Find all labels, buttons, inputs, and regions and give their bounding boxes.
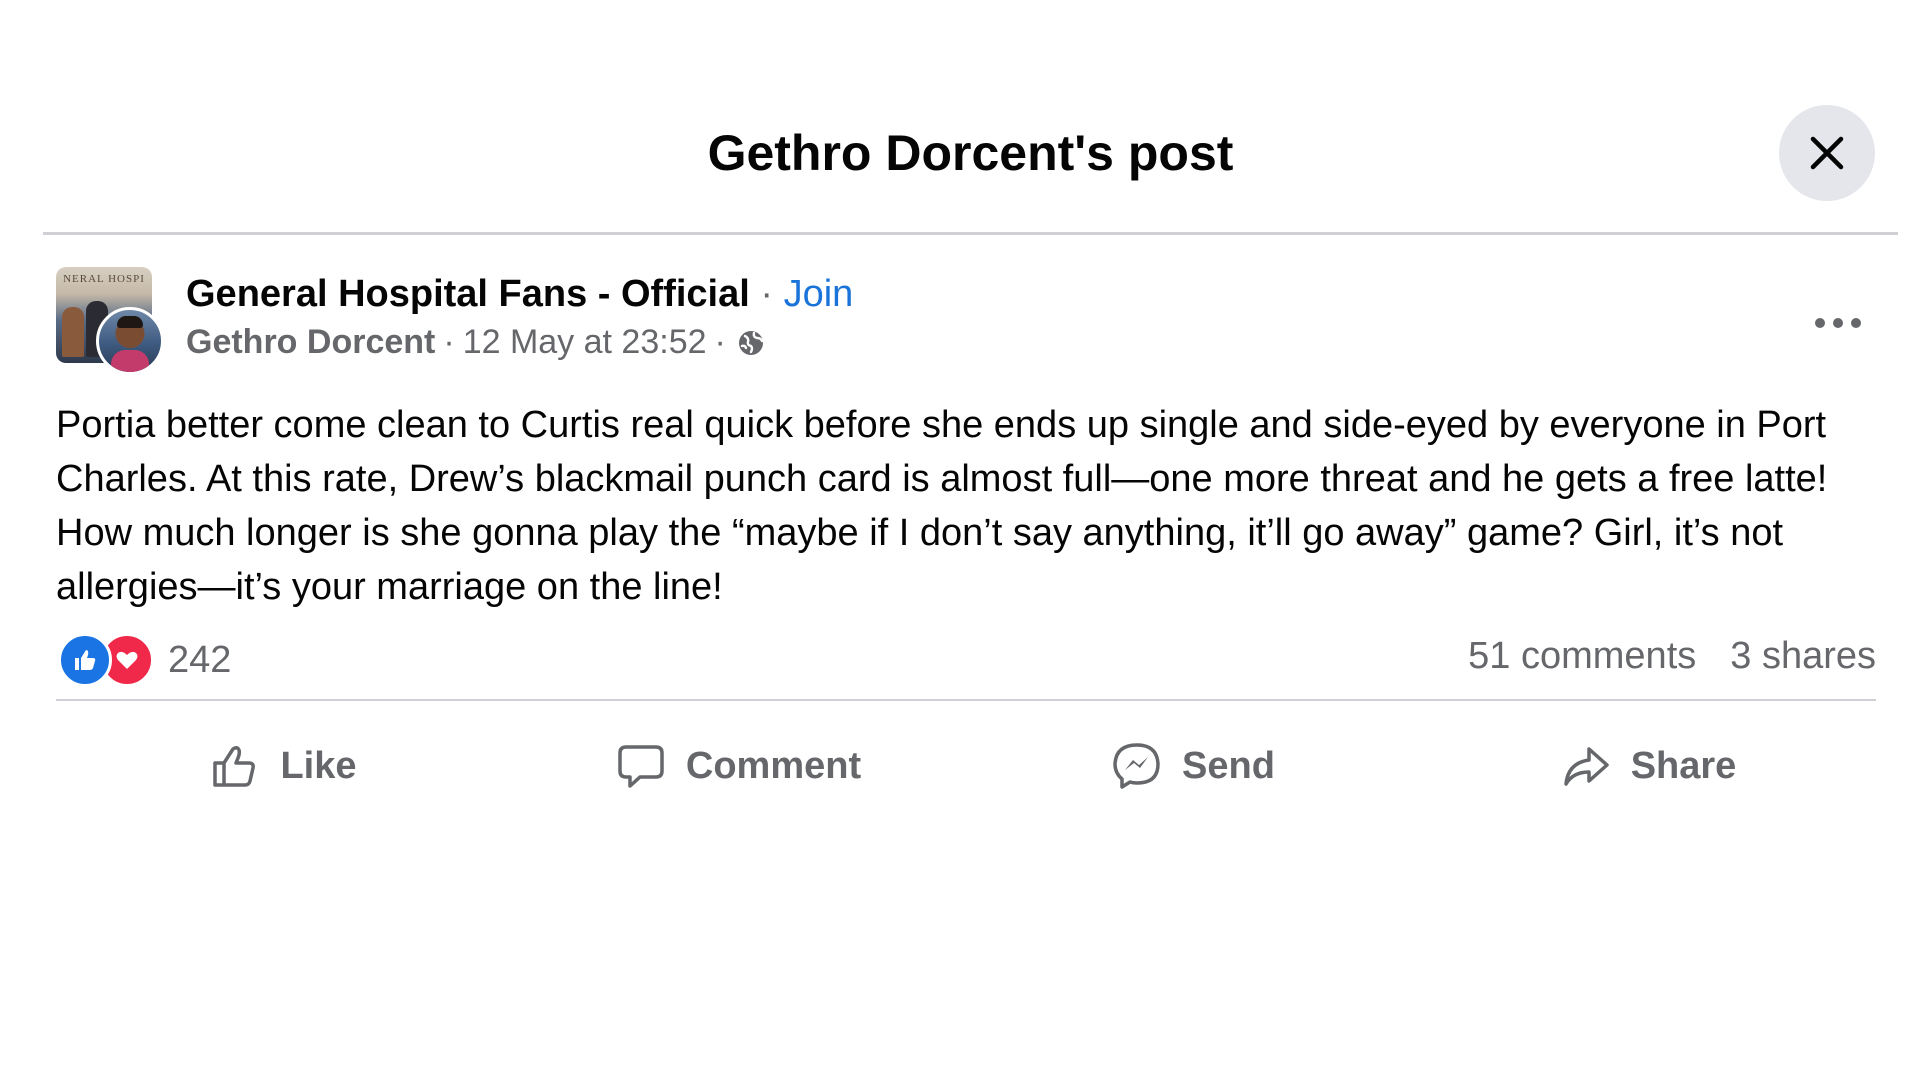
- share-button[interactable]: Share: [1421, 701, 1876, 831]
- share-icon: [1563, 747, 1609, 786]
- close-button[interactable]: [1779, 105, 1875, 201]
- author-name-link[interactable]: Gethro Dorcent: [186, 323, 435, 362]
- join-link[interactable]: Join: [784, 273, 854, 315]
- send-label: Send: [1182, 744, 1275, 787]
- thumbs-up-icon: [213, 745, 256, 787]
- post-text: Portia better come clean to Curtis real …: [56, 398, 1886, 614]
- like-label: Like: [280, 744, 357, 787]
- separator-dot: ·: [714, 323, 726, 361]
- messenger-icon: [1113, 743, 1160, 789]
- more-options-icon: [1815, 318, 1861, 328]
- globe-icon[interactable]: [736, 328, 766, 358]
- share-label: Share: [1630, 744, 1737, 787]
- separator-dot: ·: [443, 323, 455, 361]
- like-reaction-icon: [58, 633, 112, 687]
- post-dialog: Gethro Dorcent's post NERAL HOSPI Genera…: [0, 0, 1920, 1080]
- like-button[interactable]: Like: [56, 701, 511, 831]
- post-stats: 242 51 comments 3 shares: [56, 631, 1876, 687]
- post-avatar[interactable]: NERAL HOSPI: [56, 265, 164, 375]
- reactions-summary[interactable]: 242: [58, 633, 231, 687]
- post-meta: General Hospital Fans - Official · Join …: [186, 271, 853, 362]
- group-name-link[interactable]: General Hospital Fans - Official: [186, 273, 750, 315]
- send-button[interactable]: Send: [966, 701, 1421, 831]
- group-avatar-banner: NERAL HOSPI: [63, 273, 145, 285]
- post-body: Portia better come clean to Curtis real …: [56, 404, 1828, 608]
- reaction-count: 242: [168, 638, 232, 681]
- post-actions: Like Comment Send Share: [56, 701, 1876, 831]
- separator-dot: ·: [760, 273, 774, 315]
- comments-count-link[interactable]: 51 comments: [1468, 635, 1696, 678]
- shares-count-link[interactable]: 3 shares: [1730, 635, 1876, 678]
- author-avatar[interactable]: [96, 307, 164, 375]
- dialog-title: Gethro Dorcent's post: [707, 125, 1234, 181]
- more-options-button[interactable]: [1808, 305, 1868, 341]
- dialog-header: Gethro Dorcent's post: [43, 80, 1898, 235]
- post-timestamp[interactable]: 12 May at 23:52: [463, 323, 707, 362]
- close-icon: [1810, 136, 1844, 170]
- comment-button[interactable]: Comment: [511, 701, 966, 831]
- comment-label: Comment: [685, 744, 862, 787]
- comment-icon: [618, 745, 664, 788]
